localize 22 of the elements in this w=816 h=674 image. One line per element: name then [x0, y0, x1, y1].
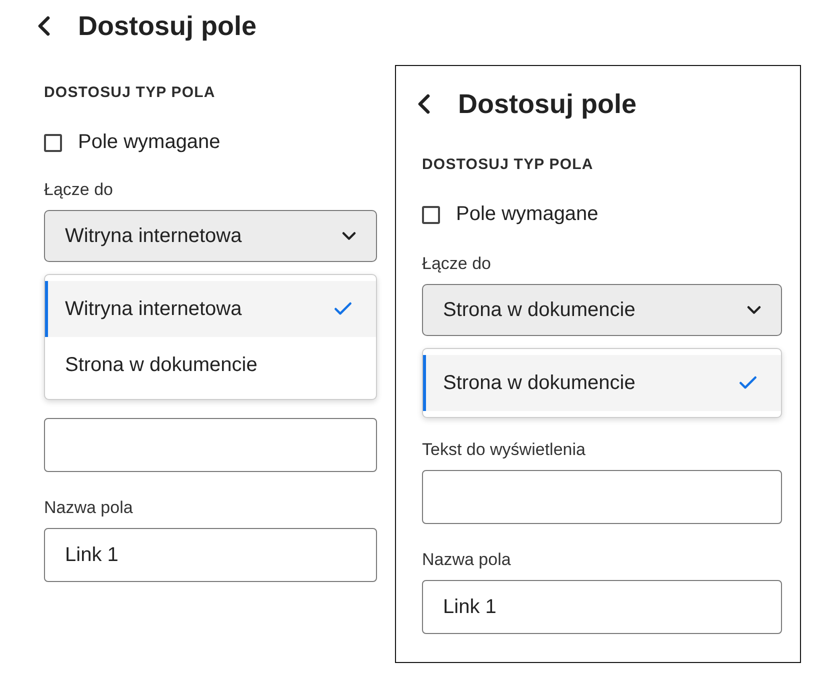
checkbox-label: Pole wymagane	[456, 203, 598, 226]
text-input[interactable]: Link 1	[44, 528, 377, 582]
menu-option[interactable]: Witryna internetowa	[45, 281, 376, 337]
menu-option[interactable]: Strona w dokumencie	[45, 337, 376, 393]
text-input[interactable]: Link 1	[422, 580, 782, 634]
field-label: Łącze do	[422, 254, 492, 274]
field-label: Nazwa pola	[422, 550, 512, 570]
panel-title: Dostosuj pole	[78, 10, 257, 42]
checkbox[interactable]	[44, 134, 62, 152]
section-title: DOSTOSUJ TYP POLA	[44, 84, 216, 101]
field-label: Nazwa pola	[44, 498, 134, 518]
field-label: Tekst do wyświetlenia	[422, 440, 586, 460]
section-title: DOSTOSUJ TYP POLA	[422, 156, 594, 173]
checkbox-label: Pole wymagane	[78, 131, 220, 154]
menu-option[interactable]: Strona w dokumencie	[423, 355, 781, 411]
text-input[interactable]	[44, 418, 377, 472]
link-select[interactable]: Strona w dokumencie	[422, 284, 782, 336]
field-label: Łącze do	[44, 180, 114, 200]
checkbox[interactable]	[422, 206, 440, 224]
text-input[interactable]	[422, 470, 782, 524]
link-select[interactable]: Witryna internetowa	[44, 210, 377, 262]
panel-title: Dostosuj pole	[458, 88, 637, 120]
